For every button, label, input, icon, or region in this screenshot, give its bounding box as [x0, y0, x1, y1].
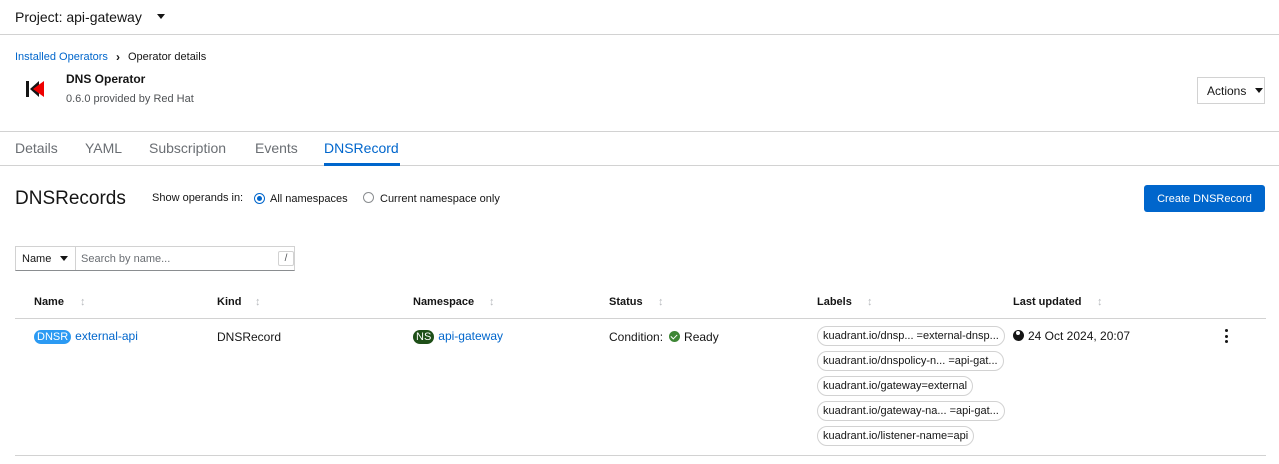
- operator-logo-icon: [26, 81, 44, 97]
- row-name-cell: DNSR external-api: [34, 329, 138, 344]
- status-prefix: Condition:: [609, 330, 664, 344]
- caret-down-icon: [156, 13, 165, 19]
- operator-subtitle: 0.6.0 provided by Red Hat: [66, 93, 194, 105]
- check-circle-icon: [669, 331, 681, 342]
- label-chip[interactable]: kuadrant.io/dnsp... =external-dnsp...: [817, 326, 1005, 346]
- show-operands-label: Show operands in:: [152, 192, 244, 204]
- create-dnsrecord-button[interactable]: Create DNSRecord: [1144, 185, 1265, 212]
- sort-icon[interactable]: ↕: [658, 296, 664, 308]
- namespace-link[interactable]: api-gateway: [438, 329, 503, 343]
- label-chip[interactable]: kuadrant.io/dnspolicy-n... =api-gat...: [817, 351, 1004, 371]
- dnsr-badge: DNSR: [34, 330, 72, 344]
- caret-down-icon: [60, 256, 69, 261]
- column-header-name[interactable]: Name: [34, 296, 64, 308]
- breadcrumb: Installed Operators › Operator details: [15, 50, 206, 64]
- keyboard-shortcut-hint: /: [278, 251, 294, 266]
- ns-badge: NS: [413, 330, 435, 344]
- operator-name: DNS Operator: [66, 72, 146, 86]
- filter-type-dropdown[interactable]: Name: [16, 247, 76, 270]
- project-bar: Project: api-gateway: [0, 0, 1279, 35]
- breadcrumb-separator-icon: ›: [115, 50, 120, 64]
- label-chip[interactable]: kuadrant.io/listener-name=api: [817, 426, 975, 446]
- project-selector[interactable]: Project: api-gateway: [15, 9, 165, 25]
- sort-icon[interactable]: ↕: [255, 296, 261, 308]
- row-namespace-cell: NS api-gateway: [413, 329, 503, 344]
- sort-icon[interactable]: ↕: [867, 296, 873, 308]
- active-tab-indicator: [324, 163, 400, 166]
- search-input[interactable]: [76, 247, 294, 270]
- tab-bar: Details YAML Subscription Events DNSReco…: [0, 131, 1279, 166]
- row-status-cell: Condition: Ready: [609, 330, 719, 344]
- sort-icon[interactable]: ↕: [80, 296, 86, 308]
- label-chip[interactable]: kuadrant.io/gateway=external: [817, 376, 974, 396]
- caret-down-icon: [1255, 88, 1264, 93]
- breadcrumb-installed-operators[interactable]: Installed Operators: [15, 51, 108, 63]
- filter-toolbar: Name /: [15, 246, 295, 271]
- tab-dnsrecord[interactable]: DNSRecord: [324, 140, 399, 156]
- radio-all-namespaces-label[interactable]: All namespaces: [270, 193, 348, 205]
- globe-icon: [1013, 330, 1024, 341]
- tab-subscription[interactable]: Subscription: [149, 140, 226, 156]
- table-row-divider: [15, 455, 1266, 456]
- radio-current-namespace-label[interactable]: Current namespace only: [380, 193, 500, 205]
- row-kind-cell: DNSRecord: [217, 330, 282, 344]
- sort-icon[interactable]: ↕: [1097, 296, 1103, 308]
- kebab-icon[interactable]: [1222, 329, 1230, 343]
- status-value: Ready: [684, 330, 719, 344]
- label-chip[interactable]: kuadrant.io/gateway-na... =api-gat...: [817, 401, 1005, 421]
- filter-type-label: Name: [22, 252, 52, 265]
- project-label: Project: api-gateway: [15, 9, 142, 25]
- breadcrumb-current: Operator details: [127, 51, 207, 63]
- radio-all-namespaces[interactable]: [254, 193, 265, 204]
- column-header-kind[interactable]: Kind: [217, 296, 241, 308]
- column-header-namespace[interactable]: Namespace: [413, 296, 474, 308]
- sort-icon[interactable]: ↕: [489, 296, 495, 308]
- tab-yaml[interactable]: YAML: [85, 140, 122, 156]
- row-last-updated-cell: 24 Oct 2024, 20:07: [1013, 329, 1130, 343]
- resource-link[interactable]: external-api: [75, 329, 138, 343]
- page-title: DNSRecords: [15, 188, 126, 209]
- tab-events[interactable]: Events: [255, 140, 298, 156]
- actions-dropdown[interactable]: Actions: [1197, 77, 1265, 104]
- timestamp: 24 Oct 2024, 20:07: [1028, 329, 1131, 343]
- column-header-status[interactable]: Status: [609, 296, 643, 308]
- column-header-last-updated[interactable]: Last updated: [1013, 296, 1081, 308]
- actions-label: Actions: [1207, 83, 1247, 98]
- radio-current-namespace[interactable]: [363, 192, 374, 203]
- table-header-divider: [15, 318, 1266, 319]
- column-header-labels[interactable]: Labels: [817, 296, 852, 308]
- tab-details[interactable]: Details: [15, 140, 58, 156]
